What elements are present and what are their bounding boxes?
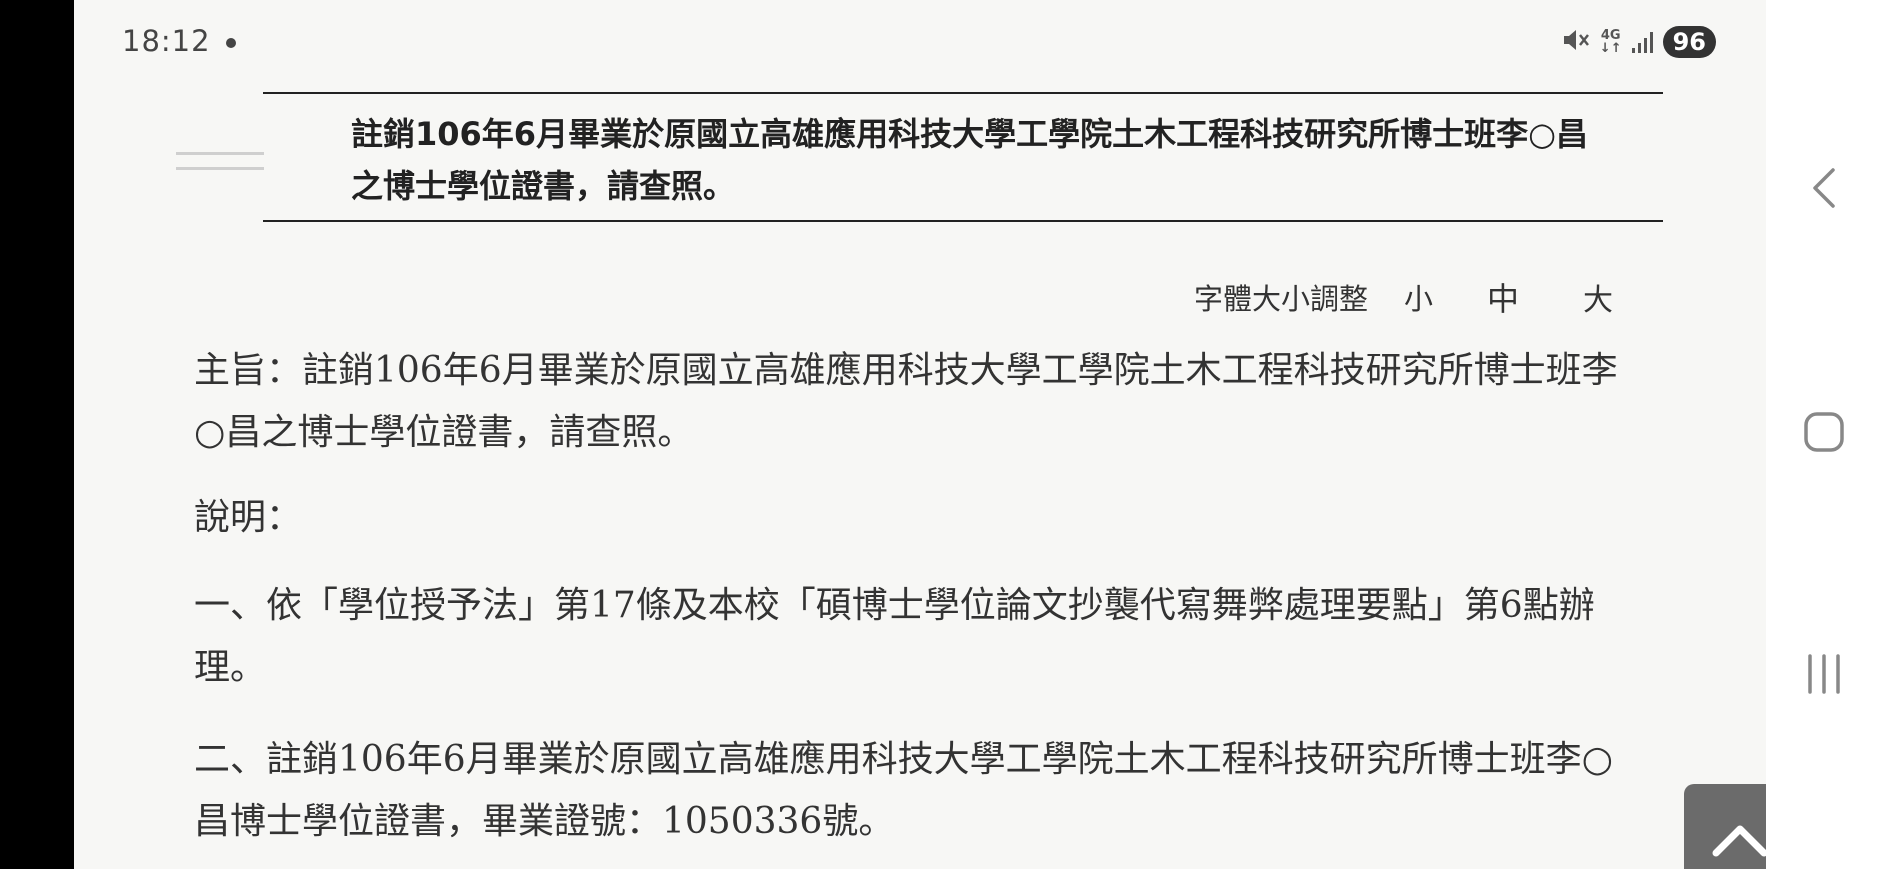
subject-paragraph: 主旨：註銷106年6月畢業於原國立高雄應用科技大學工學院土木工程科技研究所博士班…	[194, 350, 1618, 453]
font-size-small-button[interactable]: 小	[1404, 276, 1433, 318]
description-item: 一、依「學位授予法」第17條及本校「碩博士學位論文抄襲代寫舞弊處理要點」第6點辦…	[194, 585, 1595, 688]
network-4g-icon: 4G ↓↑	[1599, 28, 1622, 56]
title-box: 註銷106年6月畢業於原國立高雄應用科技大學工學院土木工程科技研究所博士班李○昌…	[263, 92, 1663, 222]
recents-icon	[1808, 654, 1840, 694]
font-size-label: 字體大小調整	[1194, 282, 1369, 316]
chevron-up-icon	[1712, 825, 1766, 856]
nav-home-button[interactable]	[1796, 404, 1852, 460]
status-icons: 4G ↓↑ 96	[1562, 24, 1716, 60]
nav-recents-button[interactable]	[1796, 646, 1852, 702]
back-to-top-button[interactable]	[1684, 784, 1766, 869]
font-size-control: 字體大小調整 小 中 大	[1194, 274, 1613, 320]
mute-icon	[1562, 27, 1590, 58]
font-size-medium-button[interactable]: 中	[1487, 274, 1519, 320]
home-icon	[1804, 412, 1844, 452]
description-item: 二、註銷106年6月畢業於原國立高雄應用科技大學工學院土木工程科技研究所博士班李…	[194, 739, 1614, 842]
nav-back-button[interactable]	[1796, 160, 1852, 216]
article-content[interactable]: 註銷106年6月畢業於原國立高雄應用科技大學工學院土木工程科技研究所博士班李○昌…	[74, 72, 1766, 869]
description-label: 說明：	[194, 497, 303, 538]
notification-dot-icon	[226, 38, 236, 48]
title-decoration	[176, 152, 264, 170]
system-nav-bar	[1766, 0, 1883, 869]
page-title: 註銷106年6月畢業於原國立高雄應用科技大學工學院土木工程科技研究所博士班李○昌…	[351, 115, 1588, 205]
signal-icon	[1631, 31, 1653, 53]
status-bar: 18:12 4G ↓↑ 96	[74, 0, 1766, 72]
phone-screen: 18:12 4G ↓↑ 96 註銷106年6月畢業於原國立高雄應用科技大學工學院…	[0, 0, 1883, 869]
status-time: 18:12	[122, 24, 211, 58]
back-icon	[1813, 168, 1835, 208]
font-size-large-button[interactable]: 大	[1583, 275, 1613, 319]
battery-icon: 96	[1662, 26, 1716, 58]
network-label: 4G	[1600, 28, 1621, 43]
